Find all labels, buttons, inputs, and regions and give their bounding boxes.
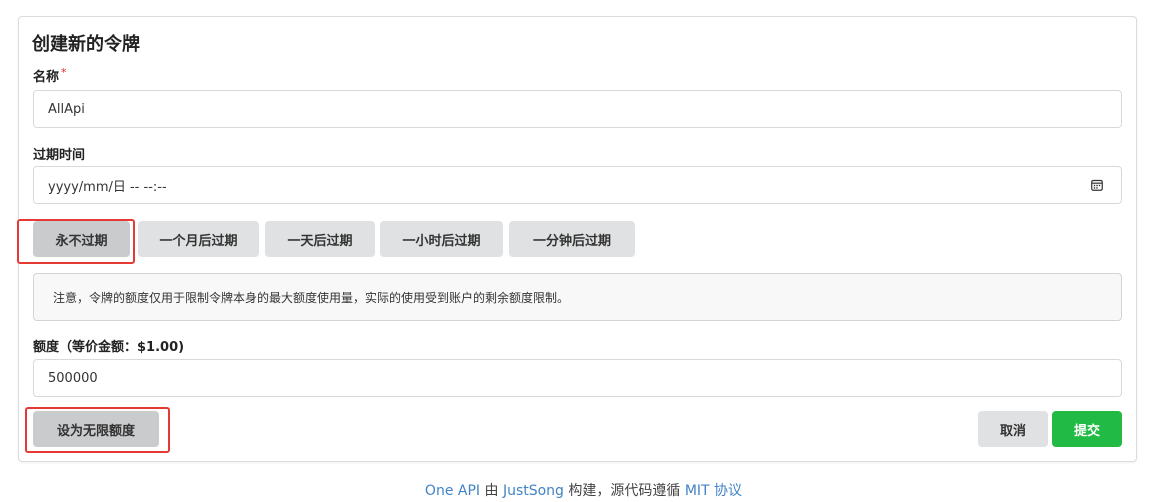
name-input[interactable]: AllApi [33,90,1122,128]
quota-input[interactable]: 500000 [33,359,1122,397]
expire-label: 过期时间 [33,148,86,163]
expire-one-hour-button[interactable]: 一小时后过期 [380,221,503,257]
highlight-box-never-expire [17,219,135,264]
name-label-text: 名称 [33,70,60,85]
name-input-value: AllApi [48,101,85,117]
quota-notice-text: 注意，令牌的额度仅用于限制令牌本身的最大额度使用量，实际的使用受到账户的剩余额度… [53,290,570,305]
calendar-icon[interactable] [1091,179,1103,191]
page-title: 创建新的令牌 [32,34,140,55]
footer-license-link[interactable]: MIT 协议 [685,483,742,499]
required-mark: * [61,66,67,79]
expire-one-day-button[interactable]: 一天后过期 [265,221,375,257]
expire-one-month-button[interactable]: 一个月后过期 [138,221,259,257]
expire-input-value: yyyy/mm/日 -- --:-- [48,179,167,195]
footer-built-text: 构建，源代码遵循 [563,483,685,499]
footer-app-link[interactable]: One API [425,483,480,499]
submit-button[interactable]: 提交 [1052,411,1122,447]
footer: One API 由 JustSong 构建，源代码遵循 MIT 协议 [0,480,1167,500]
quota-label: 额度（等价金额：$1.00) [33,340,185,355]
footer-by-text: 由 [480,483,503,499]
expire-one-minute-button[interactable]: 一分钟后过期 [509,221,635,257]
footer-author-link[interactable]: JustSong [503,483,564,499]
cancel-button[interactable]: 取消 [978,411,1048,447]
name-label: 名称 * [33,66,67,85]
quota-input-value: 500000 [48,370,98,386]
highlight-box-unlimited [25,407,170,453]
quota-notice: 注意，令牌的额度仅用于限制令牌本身的最大额度使用量，实际的使用受到账户的剩余额度… [33,273,1122,321]
expire-datetime-input[interactable]: yyyy/mm/日 -- --:-- [33,166,1122,204]
